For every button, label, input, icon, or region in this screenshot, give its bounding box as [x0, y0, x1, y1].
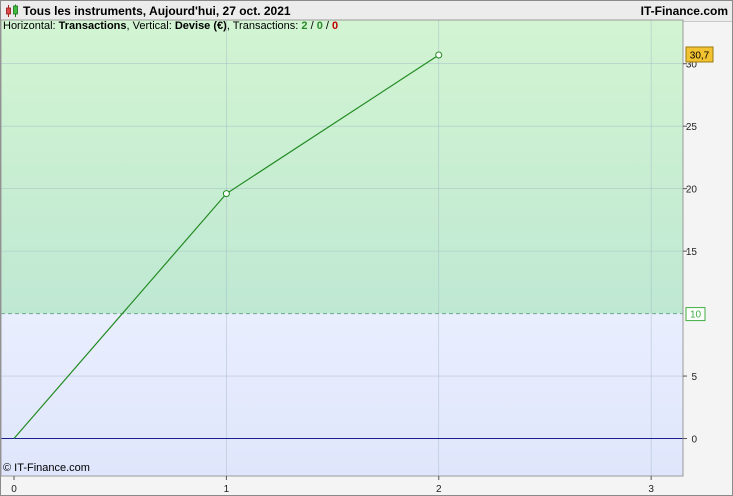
comma: ,: [226, 20, 230, 32]
vertical-label: Vertical:: [132, 20, 172, 32]
x-tick-label: 3: [648, 484, 654, 495]
zone-above-threshold: [1, 20, 683, 314]
x-axis-ticks: 0 1 2 3: [11, 476, 654, 495]
count-separator: /: [325, 20, 329, 32]
y-tick-label: 25: [686, 122, 698, 133]
x-tick-label: 0: [11, 484, 17, 495]
x-tick-label: 2: [436, 484, 442, 495]
horizontal-value: Transactions: [58, 20, 127, 32]
count-separator: /: [310, 20, 314, 32]
y-tick-label: 20: [686, 185, 698, 196]
horizontal-label: Horizontal:: [3, 20, 56, 32]
y-tick-label: 5: [691, 372, 697, 383]
transactions-label: Transactions:: [232, 20, 299, 32]
copyright-label: © IT-Finance.com: [3, 462, 90, 474]
zone-below-threshold: [1, 313, 683, 476]
vertical-value: Devise (€): [174, 20, 227, 32]
y-tick-label: 15: [686, 247, 698, 258]
threshold-badge-label: 10: [690, 310, 702, 321]
data-point: [222, 190, 230, 198]
info-bar: Horizontal: Transactions, Vertical: Devi…: [3, 20, 338, 32]
count-zero: 0: [316, 20, 323, 32]
x-tick-label: 1: [224, 484, 230, 495]
comma: ,: [126, 20, 130, 32]
count-positive: 2: [301, 20, 308, 32]
chart-svg: 0123 0515202530 10 30,7: [0, 19, 714, 495]
y-tick-label: 0: [691, 435, 697, 446]
current-value-badge: 30,7: [685, 46, 714, 63]
count-negative: 0: [332, 20, 339, 32]
current-value-label: 30,7: [690, 50, 710, 61]
threshold-badge: 10: [685, 307, 706, 322]
y-axis-ticks: 0515202530: [683, 60, 697, 446]
data-point: [435, 51, 443, 59]
